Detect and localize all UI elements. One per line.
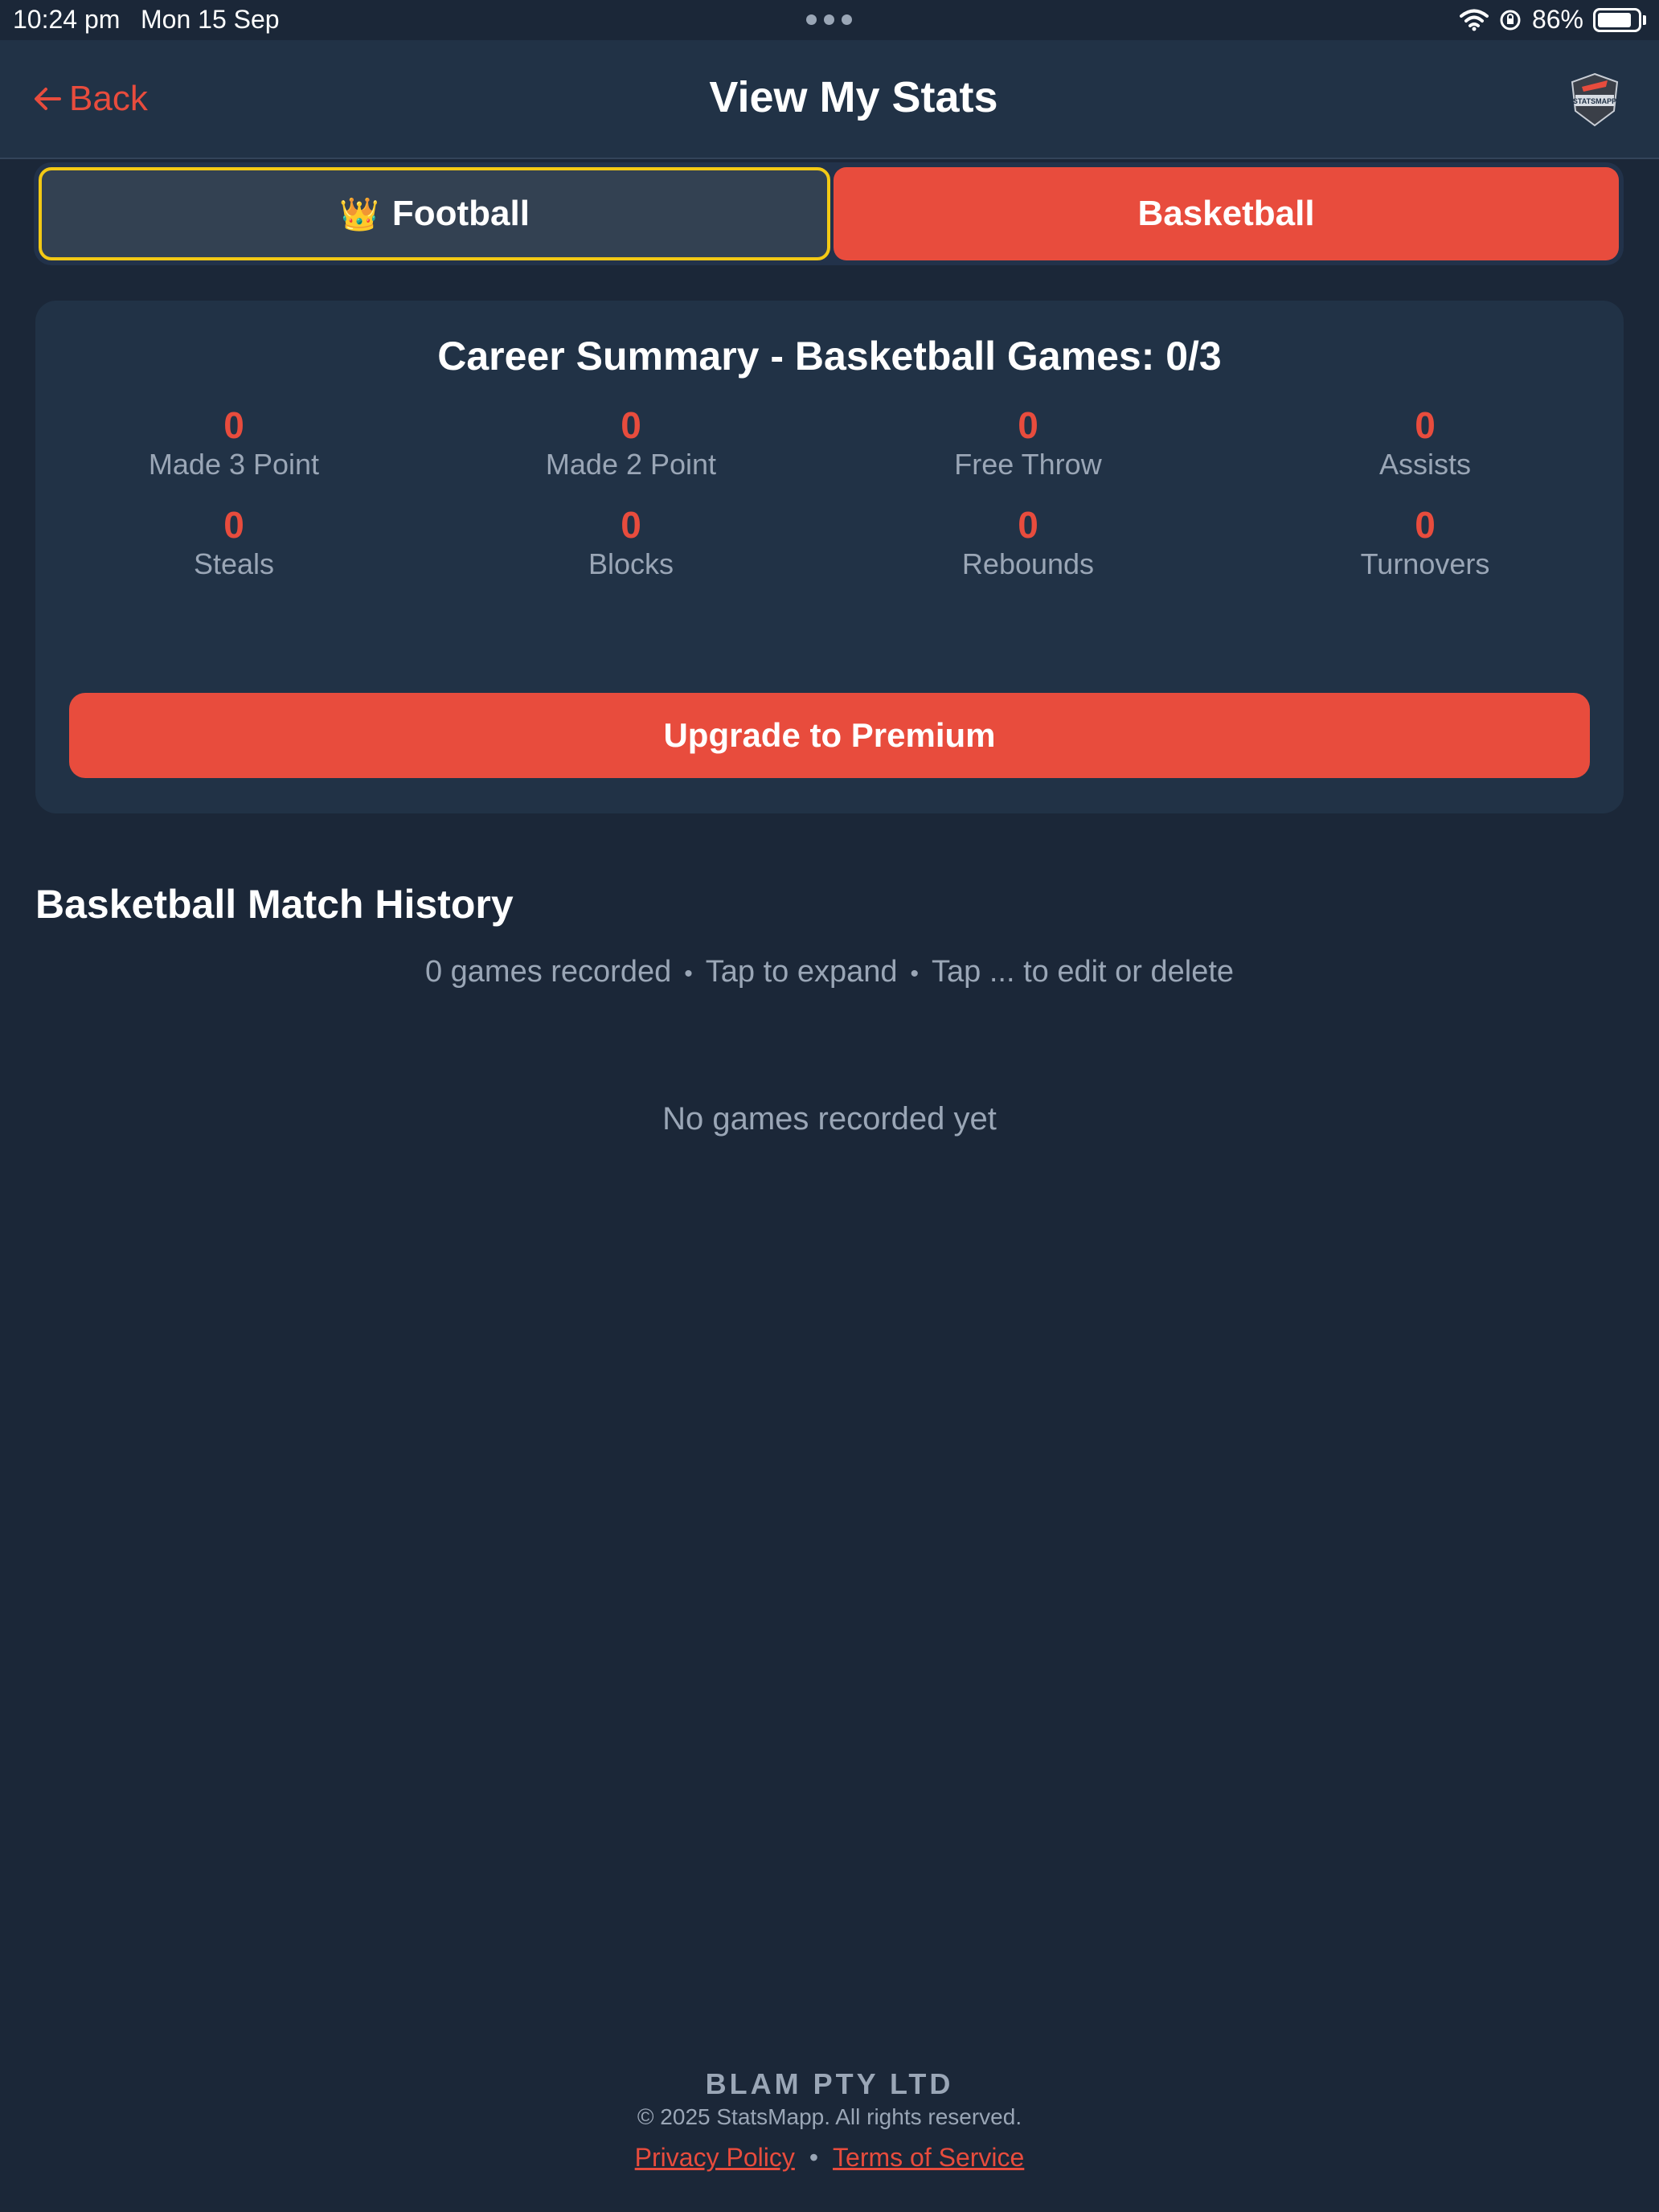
stat-turnovers: 0 Turnovers bbox=[1227, 505, 1624, 584]
tab-football-label: Football bbox=[391, 194, 530, 233]
logo-text: STATSMAPP bbox=[1573, 97, 1616, 105]
sport-tab-bar: 👑 Football Basketball bbox=[34, 162, 1624, 265]
battery-icon bbox=[1593, 7, 1646, 32]
stat-label: Steals bbox=[193, 547, 275, 580]
stat-value: 0 bbox=[1018, 404, 1038, 446]
stat-label: Assists bbox=[1378, 448, 1471, 481]
games-count-text: 0 games recorded bbox=[424, 955, 672, 989]
expand-hint-text: Tap to expand bbox=[705, 955, 898, 989]
tab-basketball-label: Basketball bbox=[1137, 194, 1315, 233]
upgrade-premium-button[interactable]: Upgrade to Premium bbox=[69, 693, 1590, 778]
nav-header: Back View My Stats STATSMAPP bbox=[0, 40, 1659, 159]
battery-percent: 86% bbox=[1531, 5, 1583, 34]
status-indicators: 86% bbox=[1459, 5, 1646, 35]
stat-value: 0 bbox=[223, 404, 244, 446]
career-summary-title: Career Summary - Basketball Games: 0/3 bbox=[437, 334, 1222, 379]
stats-screen: 10:24 pm Mon 15 Sep 86% Back View My Sta… bbox=[0, 0, 1659, 2212]
empty-history-message: No games recorded yet bbox=[662, 1101, 997, 1137]
match-history-subtitle: 0 games recorded • Tap to expand • Tap ... t… bbox=[0, 955, 1659, 989]
stat-value: 0 bbox=[1415, 404, 1436, 446]
stat-made-3-point: 0 Made 3 Point bbox=[35, 405, 432, 484]
stat-blocks: 0 Blocks bbox=[432, 505, 830, 584]
stat-label: Rebounds bbox=[961, 547, 1095, 580]
statsmapp-logo[interactable]: STATSMAPP bbox=[1566, 71, 1624, 129]
stat-value: 0 bbox=[621, 404, 641, 446]
stat-free-throw: 0 Free Throw bbox=[830, 405, 1227, 484]
stat-label: Free Throw bbox=[954, 448, 1102, 481]
tab-football[interactable]: 👑 Football bbox=[39, 167, 830, 260]
stat-assists: 0 Assists bbox=[1227, 405, 1624, 484]
orientation-lock-icon bbox=[1500, 10, 1521, 30]
multitasking-dots-icon[interactable] bbox=[806, 14, 852, 25]
stat-label: Blocks bbox=[588, 547, 674, 580]
crown-icon: 👑 bbox=[339, 196, 379, 232]
battery-fill bbox=[1598, 12, 1632, 27]
tab-basketball[interactable]: Basketball bbox=[834, 167, 1619, 260]
footer-company: BLAM PTY LTD bbox=[705, 2067, 954, 2100]
stat-steals: 0 Steals bbox=[35, 505, 432, 584]
page-title: View My Stats bbox=[709, 73, 998, 121]
match-history-title: Basketball Match History bbox=[35, 882, 514, 927]
subtitle-separator: • bbox=[684, 961, 693, 987]
wifi-icon bbox=[1459, 9, 1489, 31]
status-bar: 10:24 pm Mon 15 Sep 86% bbox=[0, 0, 1659, 40]
edit-hint-text: Tap ... to edit or delete bbox=[932, 955, 1235, 989]
stat-value: 0 bbox=[621, 504, 641, 546]
stat-rebounds: 0 Rebounds bbox=[830, 505, 1227, 584]
stat-value: 0 bbox=[1415, 504, 1436, 546]
status-time: 10:24 pm bbox=[13, 5, 121, 34]
footer-links: Privacy Policy • Terms of Service bbox=[0, 2143, 1659, 2173]
status-date: Mon 15 Sep bbox=[141, 5, 280, 34]
stats-grid: 0 Made 3 Point 0 Made 2 Point 0 Free Thr… bbox=[35, 405, 1624, 584]
terms-of-service-link[interactable]: Terms of Service bbox=[833, 2143, 1024, 2172]
career-summary-card: Career Summary - Basketball Games: 0/3 0… bbox=[35, 301, 1624, 813]
stat-made-2-point: 0 Made 2 Point bbox=[432, 405, 830, 484]
stat-label: Made 2 Point bbox=[545, 448, 717, 481]
stat-value: 0 bbox=[223, 504, 244, 546]
privacy-policy-link[interactable]: Privacy Policy bbox=[635, 2143, 795, 2172]
stat-label: Made 3 Point bbox=[148, 448, 320, 481]
footer-copyright: © 2025 StatsMapp. All rights reserved. bbox=[637, 2104, 1022, 2129]
footer-separator: • bbox=[809, 2143, 819, 2172]
stat-value: 0 bbox=[1018, 504, 1038, 546]
subtitle-separator: • bbox=[910, 961, 920, 987]
stat-label: Turnovers bbox=[1360, 547, 1490, 580]
